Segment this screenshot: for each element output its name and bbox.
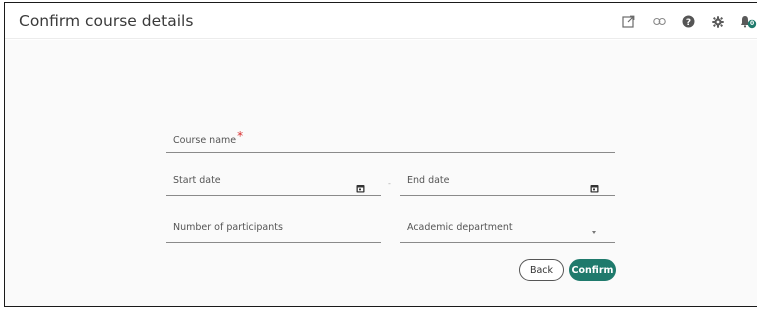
help-icon[interactable]: ? xyxy=(681,14,696,29)
department-select[interactable]: Academic department xyxy=(400,213,615,243)
end-date-field[interactable]: End date xyxy=(400,166,615,196)
dialog-window: Confirm course details ? 0 Course name* … xyxy=(4,2,757,307)
required-marker: * xyxy=(237,129,244,143)
back-button[interactable]: Back xyxy=(519,259,564,281)
end-date-label: End date xyxy=(407,175,450,186)
chevron-down-icon xyxy=(592,231,596,234)
link-icon[interactable] xyxy=(652,14,667,29)
notification-badge: 0 xyxy=(750,20,755,27)
start-date-field[interactable]: Start date xyxy=(166,166,381,196)
confirm-button[interactable]: Confirm xyxy=(569,259,616,281)
calendar-icon[interactable] xyxy=(356,178,365,197)
svg-text:?: ? xyxy=(686,18,691,28)
page-title: Confirm course details xyxy=(19,12,194,30)
start-date-label: Start date xyxy=(173,175,221,186)
settings-icon[interactable] xyxy=(710,14,725,29)
external-link-icon[interactable] xyxy=(621,14,636,29)
department-label: Academic department xyxy=(407,222,513,233)
course-name-field[interactable]: Course name* xyxy=(166,123,615,153)
dialog-header: Confirm course details ? 0 xyxy=(5,3,757,39)
form-area: Course name* Start date - End date Numbe… xyxy=(5,40,757,306)
participants-field[interactable]: Number of participants xyxy=(166,213,381,243)
notifications-icon[interactable]: 0 xyxy=(740,14,757,29)
participants-label: Number of participants xyxy=(173,222,283,233)
date-range-separator: - xyxy=(388,179,391,188)
calendar-icon[interactable] xyxy=(590,178,599,197)
course-name-label: Course name* xyxy=(173,129,244,146)
